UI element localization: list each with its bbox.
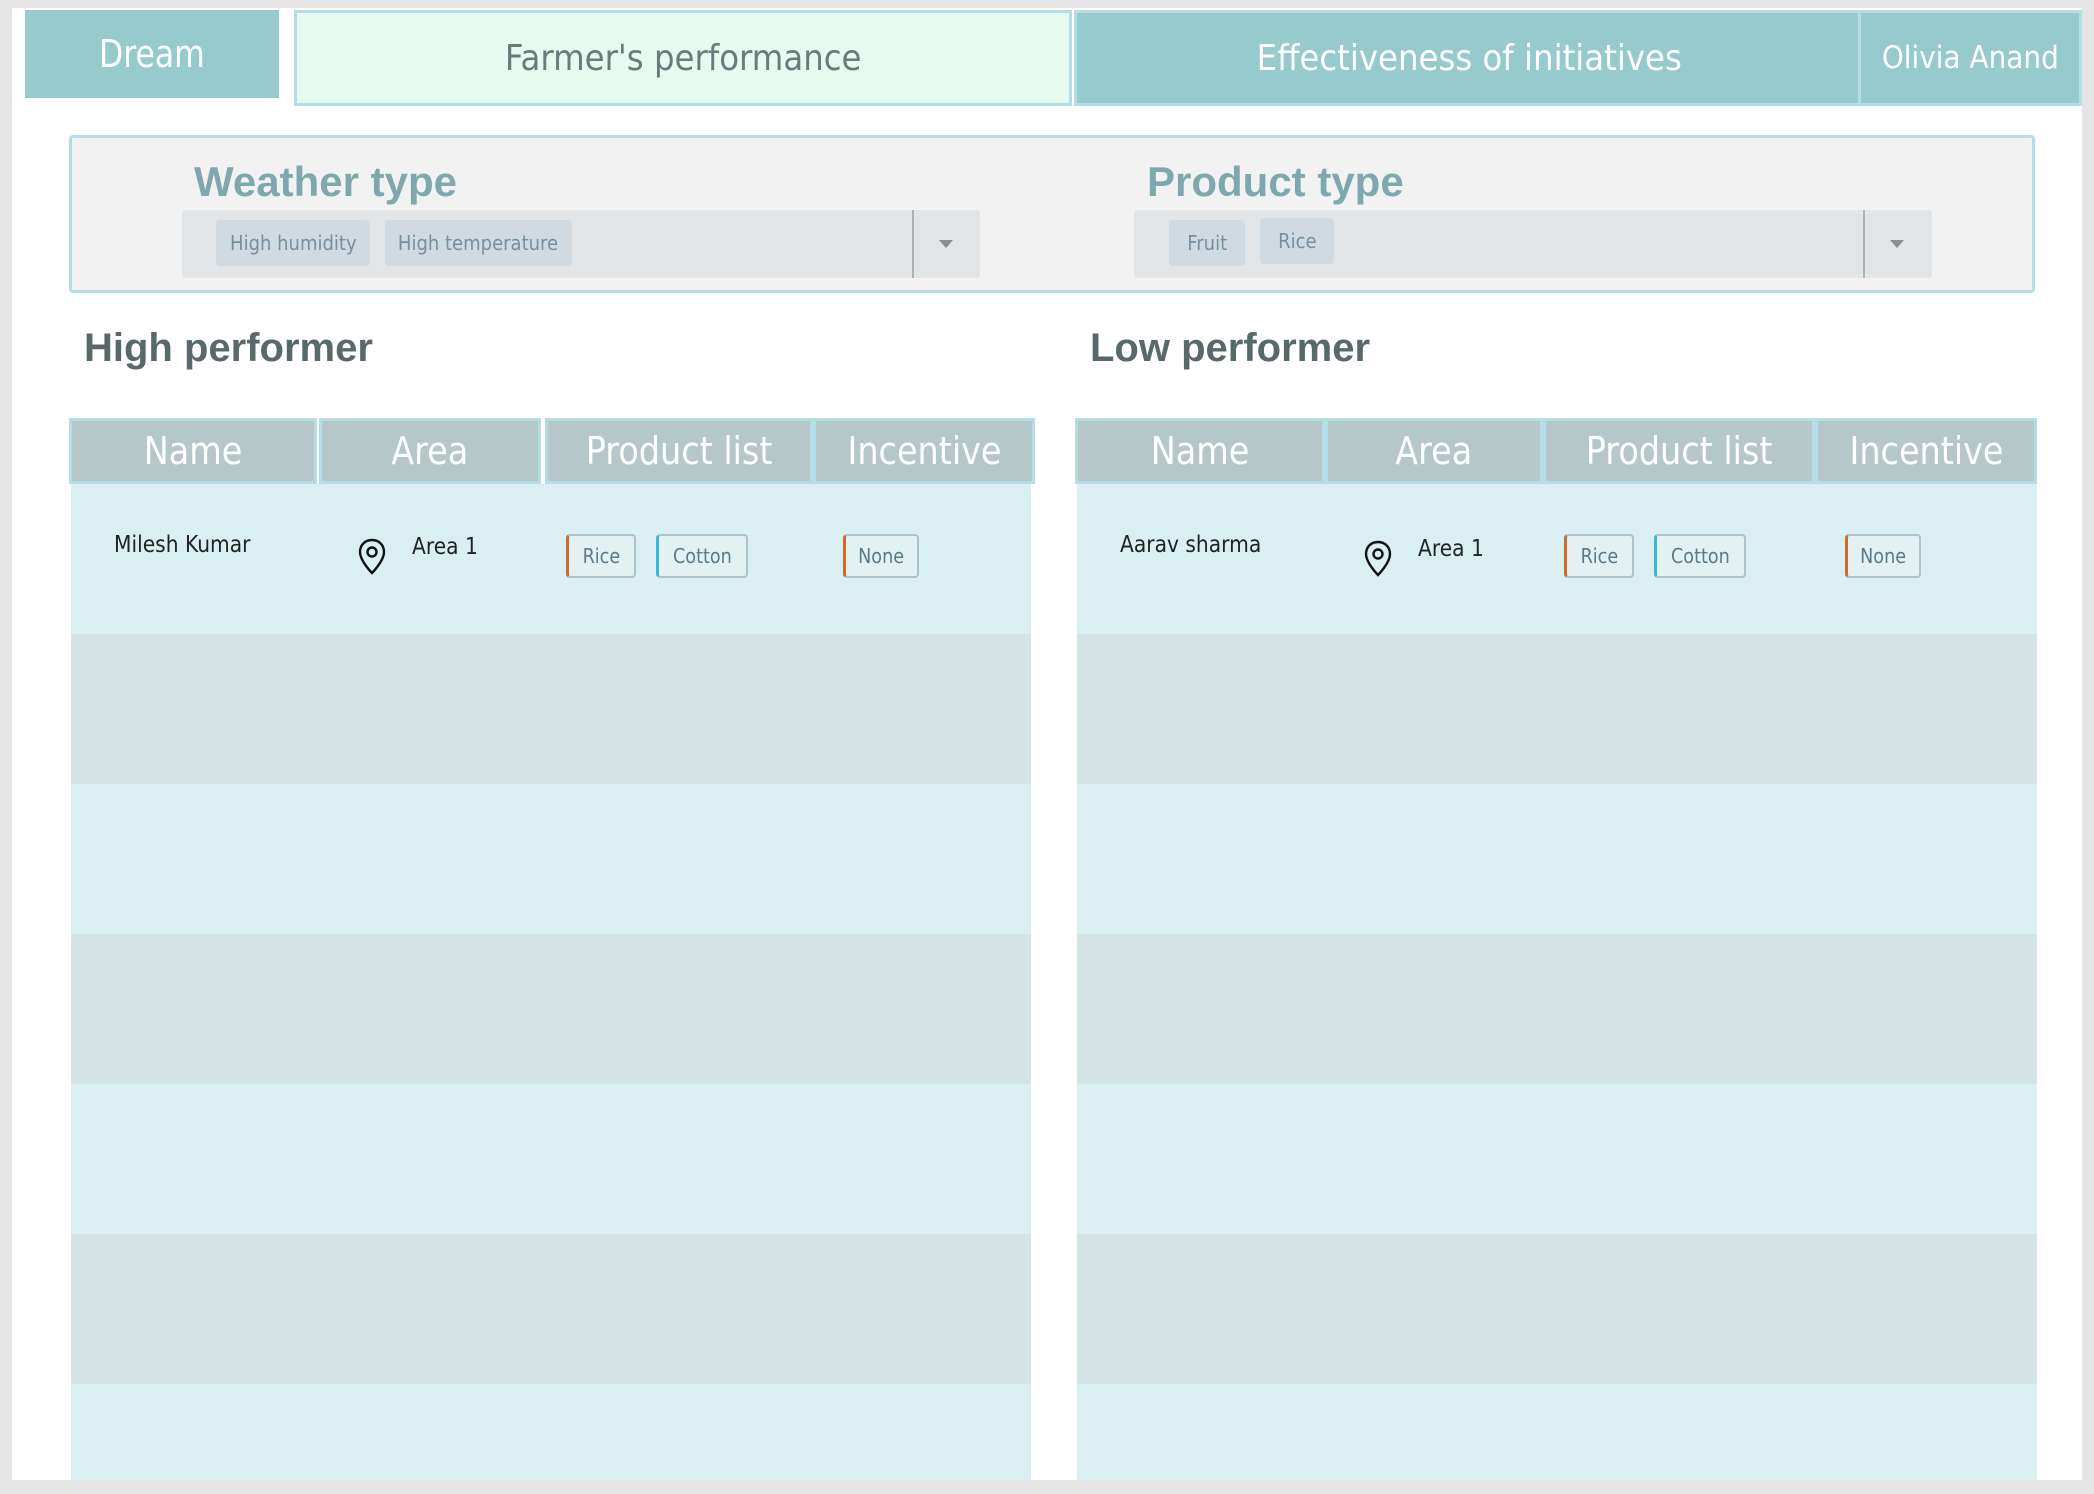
table-row — [1077, 1384, 2037, 1480]
chevron-down-icon[interactable] — [1890, 240, 1904, 248]
column-header-name[interactable]: Name — [69, 418, 317, 484]
weather-chip-high-humidity[interactable]: High humidity — [216, 220, 370, 266]
column-header-area[interactable]: Area — [1325, 418, 1543, 484]
farmer-name: Aarav sharma — [1120, 532, 1262, 558]
table-row — [1077, 784, 2037, 934]
low-performer-table: Name Area Product list Incentive Aarav s… — [1075, 418, 2041, 1480]
table-row[interactable]: Aarav sharma Area 1 Rice Cotton None — [1077, 484, 2037, 634]
farmer-area: Area 1 — [1418, 536, 1484, 562]
product-type-select[interactable]: Fruit Rice — [1134, 210, 1932, 278]
table-row — [71, 1234, 1031, 1384]
column-header-incentive[interactable]: Incentive — [1815, 418, 2037, 484]
table-row — [1077, 934, 2037, 1084]
weather-chip-high-temperature[interactable]: High temperature — [385, 220, 572, 266]
table-row[interactable]: Milesh Kumar Area 1 Rice Cotton None — [71, 484, 1031, 634]
chevron-down-icon[interactable] — [939, 240, 953, 248]
table-row — [71, 634, 1031, 784]
product-tag-rice[interactable]: Rice — [566, 534, 636, 578]
column-header-product-list[interactable]: Product list — [1543, 418, 1815, 484]
table-row — [71, 1384, 1031, 1480]
brand-label: Dream — [99, 32, 205, 76]
tab-farmers-performance[interactable]: Farmer's performance — [294, 10, 1072, 106]
tab-label: Farmer's performance — [504, 37, 862, 79]
user-name: Olivia Anand — [1881, 40, 2059, 76]
weather-type-select[interactable]: High humidity High temperature — [182, 210, 980, 278]
tab-effectiveness-of-initiatives[interactable]: Effectiveness of initiatives — [1074, 10, 1864, 106]
table-row — [1077, 1084, 2037, 1234]
low-performer-title: Low performer — [1090, 326, 1371, 370]
column-header-area[interactable]: Area — [319, 418, 541, 484]
column-header-product-list[interactable]: Product list — [545, 418, 813, 484]
brand-tab[interactable]: Dream — [25, 10, 279, 98]
product-chip-fruit[interactable]: Fruit — [1169, 220, 1245, 266]
high-performer-table: Name Area Product list Incentive Milesh … — [69, 418, 1035, 1480]
high-performer-title: High performer — [84, 326, 373, 370]
select-divider — [912, 210, 914, 278]
product-tag-cotton[interactable]: Cotton — [1654, 534, 1746, 578]
filter-panel: Weather type High humidity High temperat… — [69, 135, 2035, 293]
incentive-tag[interactable]: None — [1845, 534, 1921, 578]
farmer-area: Area 1 — [412, 534, 478, 560]
app-frame: Dream Farmer's performance Effectiveness… — [12, 8, 2082, 1480]
product-type-title: Product type — [1147, 158, 1404, 205]
table-row — [1077, 634, 2037, 784]
user-menu[interactable]: Olivia Anand — [1858, 10, 2082, 106]
table-row — [1077, 1234, 2037, 1384]
product-chip-rice[interactable]: Rice — [1260, 218, 1334, 264]
table-row — [71, 934, 1031, 1084]
select-divider — [1863, 210, 1865, 278]
map-pin-icon — [1364, 540, 1392, 577]
column-header-incentive[interactable]: Incentive — [813, 418, 1035, 484]
product-tag-cotton[interactable]: Cotton — [656, 534, 748, 578]
map-pin-icon — [358, 538, 386, 575]
incentive-tag[interactable]: None — [843, 534, 919, 578]
weather-type-title: Weather type — [194, 158, 457, 205]
table-row — [71, 1084, 1031, 1234]
tab-label: Effectiveness of initiatives — [1256, 37, 1682, 79]
farmer-name: Milesh Kumar — [114, 532, 251, 558]
column-header-name[interactable]: Name — [1075, 418, 1325, 484]
table-row — [71, 784, 1031, 934]
product-tag-rice[interactable]: Rice — [1564, 534, 1634, 578]
